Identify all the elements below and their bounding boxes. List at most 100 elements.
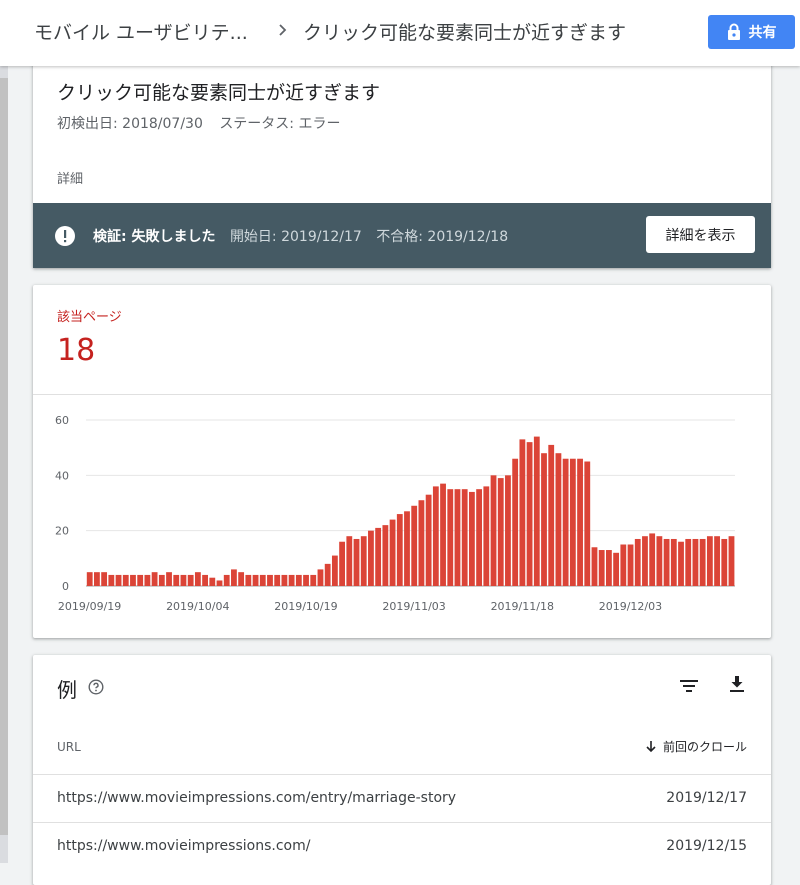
chart-bar[interactable] xyxy=(411,505,418,586)
chart-bar[interactable] xyxy=(670,538,677,586)
right-scrollbar-track[interactable] xyxy=(795,66,800,863)
chart-bar[interactable] xyxy=(519,439,526,586)
chart-bar[interactable] xyxy=(440,483,446,586)
chart-bar[interactable] xyxy=(187,574,194,586)
chart-bar[interactable] xyxy=(714,536,720,586)
chart-bar[interactable] xyxy=(461,489,468,586)
chart-bar[interactable] xyxy=(497,478,504,586)
chart-bar[interactable] xyxy=(598,550,605,586)
chart-bar[interactable] xyxy=(699,538,706,586)
chart-bar[interactable] xyxy=(468,491,475,586)
left-scrollbar-thumb[interactable] xyxy=(0,78,8,835)
chart-bar[interactable] xyxy=(490,475,497,586)
chart-bar[interactable] xyxy=(259,574,266,586)
chart-bar[interactable] xyxy=(353,538,360,586)
chart-bar[interactable] xyxy=(634,538,641,586)
chart-bar[interactable] xyxy=(447,489,454,586)
chart-bar[interactable] xyxy=(541,453,547,586)
filter-icon[interactable] xyxy=(678,675,700,697)
chart-bar[interactable] xyxy=(432,486,439,586)
chart-bar[interactable] xyxy=(331,555,338,586)
chart-bar[interactable] xyxy=(483,486,490,586)
chart-bar[interactable] xyxy=(548,444,555,586)
chart-bar[interactable] xyxy=(137,574,144,586)
chart-bar[interactable] xyxy=(382,525,389,586)
chart-bar[interactable] xyxy=(209,577,216,586)
help-icon[interactable] xyxy=(88,679,104,695)
chart-bar[interactable] xyxy=(288,574,295,586)
chart-bar[interactable] xyxy=(346,536,353,586)
chart-bar[interactable] xyxy=(606,550,612,586)
chart-bar[interactable] xyxy=(613,552,620,586)
chart-bar[interactable] xyxy=(721,538,728,586)
chart-bar[interactable] xyxy=(122,574,129,586)
chart-bar[interactable] xyxy=(685,538,692,586)
chart-bar[interactable] xyxy=(144,574,151,586)
chart-bar[interactable] xyxy=(317,569,324,586)
chart-bar[interactable] xyxy=(238,572,245,586)
chart-bar[interactable] xyxy=(512,458,519,586)
chart-bar[interactable] xyxy=(678,541,684,586)
chart-bar[interactable] xyxy=(562,458,569,586)
chart-bar[interactable] xyxy=(569,458,576,586)
chart-bar[interactable] xyxy=(591,547,598,586)
chart-bar[interactable] xyxy=(158,574,165,586)
chart-bar[interactable] xyxy=(101,572,108,586)
chart-bar[interactable] xyxy=(620,544,627,587)
chart-bar[interactable] xyxy=(584,461,591,587)
chart-bar[interactable] xyxy=(627,544,634,587)
chart-bar[interactable] xyxy=(108,574,115,586)
chart-bar[interactable] xyxy=(281,574,288,586)
chart-bar[interactable] xyxy=(94,572,100,586)
chart-bar[interactable] xyxy=(180,574,187,586)
chart-bar[interactable] xyxy=(368,530,374,586)
column-header-last-crawl[interactable]: 前回のクロール xyxy=(645,738,747,755)
share-button[interactable]: 共有 xyxy=(708,15,795,49)
chart-bar[interactable] xyxy=(166,572,172,586)
chart-bar[interactable] xyxy=(389,519,396,586)
chart-bar[interactable] xyxy=(223,574,230,586)
chart-bar[interactable] xyxy=(151,572,158,586)
chart-bar[interactable] xyxy=(404,511,410,586)
chart-bar[interactable] xyxy=(375,527,382,586)
chart-bar[interactable] xyxy=(663,538,670,586)
chart-bar[interactable] xyxy=(173,574,180,586)
download-icon[interactable] xyxy=(726,673,748,695)
chart-bar[interactable] xyxy=(231,569,237,586)
row-url[interactable]: https://www.movieimpressions.com/entry/m… xyxy=(57,790,456,806)
chart-bar[interactable] xyxy=(216,580,223,586)
chart-bar[interactable] xyxy=(526,442,533,586)
show-details-button[interactable]: 詳細を表示 xyxy=(646,216,755,253)
chart-bar[interactable] xyxy=(295,574,302,586)
chart-bar[interactable] xyxy=(418,500,425,586)
chart-bar[interactable] xyxy=(649,533,656,586)
chart-bar[interactable] xyxy=(339,541,345,586)
chart-bar[interactable] xyxy=(252,574,259,586)
chart-bar[interactable] xyxy=(86,572,93,586)
chart-bar[interactable] xyxy=(115,574,122,586)
chart-bar[interactable] xyxy=(728,536,735,586)
chart-bar[interactable] xyxy=(656,536,663,586)
chart-bar[interactable] xyxy=(245,574,252,586)
chart-bar[interactable] xyxy=(425,494,432,586)
chart-bar[interactable] xyxy=(130,574,136,586)
chart-bar[interactable] xyxy=(360,536,367,586)
chart-bar[interactable] xyxy=(267,574,273,586)
chart-bar[interactable] xyxy=(706,536,713,586)
chart-bar[interactable] xyxy=(303,574,309,586)
chart-bar[interactable] xyxy=(324,563,331,586)
chart-bar[interactable] xyxy=(202,574,208,586)
chart-bar[interactable] xyxy=(692,538,699,586)
chart-bar[interactable] xyxy=(310,574,317,586)
breadcrumb-parent[interactable]: モバイル ユーザビリテ... xyxy=(34,18,248,45)
chart-bar[interactable] xyxy=(194,572,201,586)
table-row[interactable]: https://www.movieimpressions.com/entry/m… xyxy=(33,774,771,822)
chart-bar[interactable] xyxy=(577,458,583,586)
chart-bar[interactable] xyxy=(476,489,483,586)
chart-bar[interactable] xyxy=(533,436,540,586)
chart-bar[interactable] xyxy=(642,536,648,586)
row-url[interactable]: https://www.movieimpressions.com/ xyxy=(57,838,310,854)
chart-bar[interactable] xyxy=(274,574,281,586)
chart-bar[interactable] xyxy=(454,489,461,586)
chart-bar[interactable] xyxy=(396,514,403,586)
